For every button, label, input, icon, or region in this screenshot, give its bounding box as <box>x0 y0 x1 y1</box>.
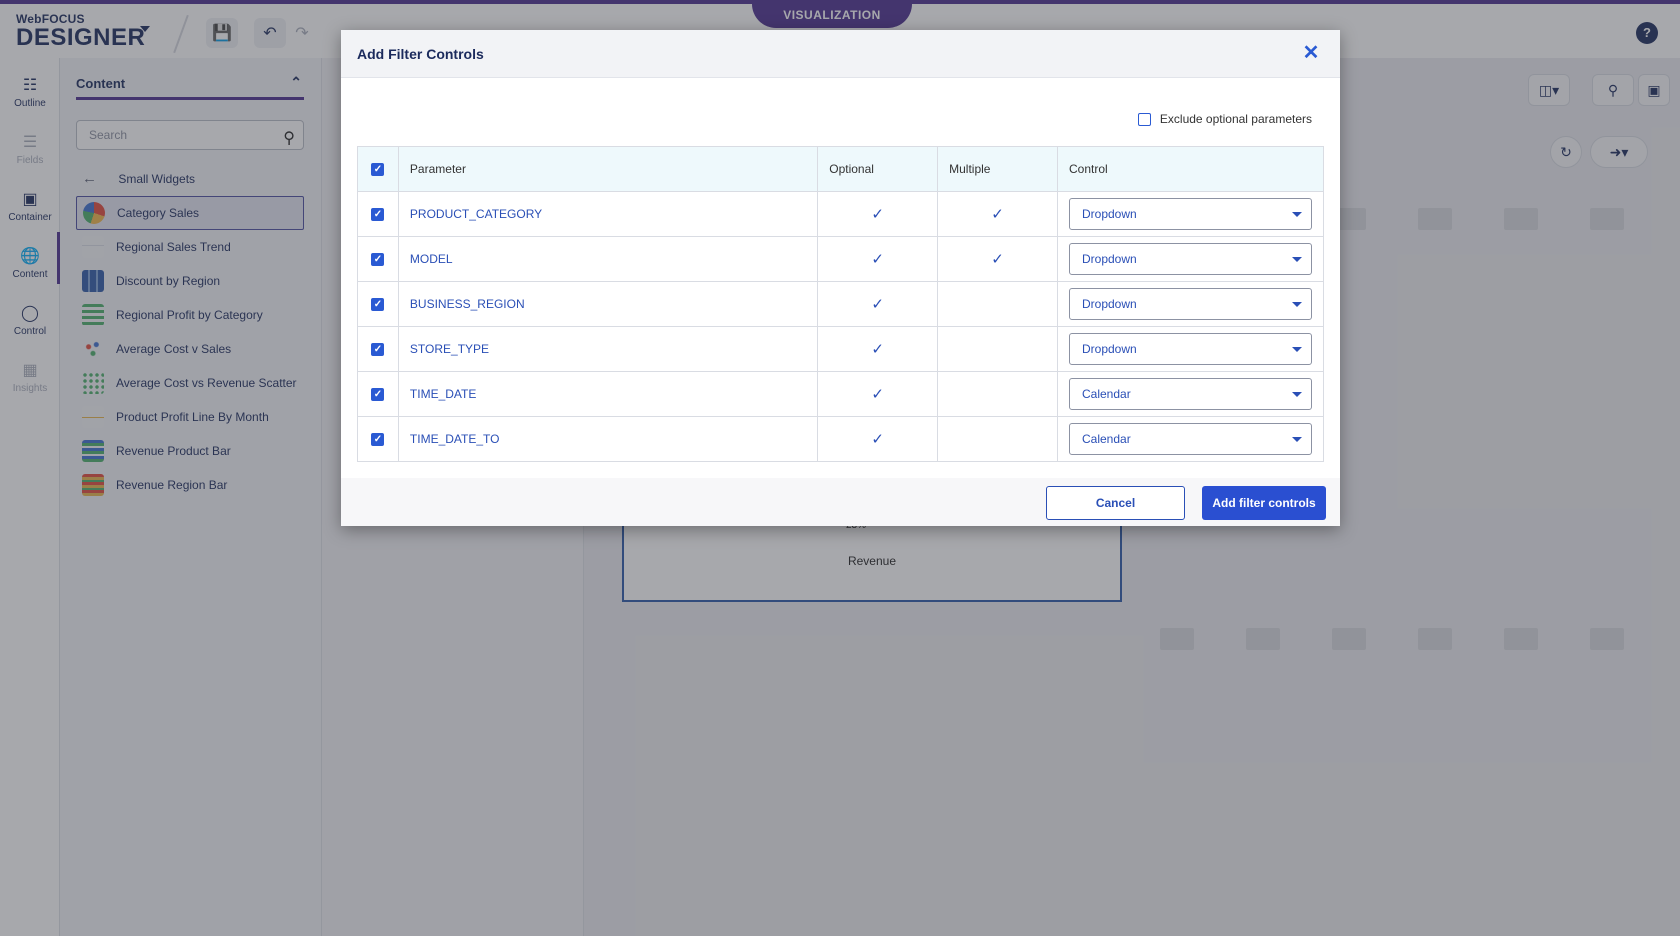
row-select-cell: ✓ <box>357 326 399 372</box>
parameter-name: BUSINESS_REGION <box>397 281 819 327</box>
multiple-empty-cell <box>937 416 1058 462</box>
optional-check-icon: ✓ <box>817 416 939 462</box>
parameter-name: TIME_DATE <box>397 371 819 417</box>
add-filter-controls-dialog: Add Filter Controls ✕ Exclude optional p… <box>341 30 1340 526</box>
control-cell: Dropdown <box>1057 191 1324 237</box>
multiple-check-icon: ✓ <box>937 236 1058 282</box>
multiple-empty-cell <box>937 281 1058 327</box>
row-select-cell: ✓ <box>357 236 399 282</box>
exclude-optional-checkbox[interactable] <box>1137 112 1151 126</box>
parameter-name: TIME_DATE_TO <box>397 416 819 462</box>
control-type-value: Calendar <box>1082 432 1131 446</box>
caret-down-icon <box>1292 392 1302 397</box>
multiple-empty-cell <box>937 371 1058 417</box>
control-type-select[interactable]: Dropdown <box>1069 243 1312 275</box>
row-checkbox[interactable]: ✓ <box>371 297 385 311</box>
parameter-name: PRODUCT_CATEGORY <box>397 191 819 237</box>
exclude-optional-checkbox-row[interactable]: Exclude optional parameters <box>1137 112 1312 126</box>
table-row: ✓ TIME_DATE ✓ Calendar <box>357 371 1324 417</box>
optional-check-icon: ✓ <box>817 191 939 237</box>
add-filter-controls-button[interactable]: Add filter controls <box>1202 486 1326 520</box>
parameters-table: ✓ Parameter Optional Multiple Control ✓ … <box>357 146 1324 462</box>
row-select-cell: ✓ <box>357 191 399 237</box>
table-row: ✓ MODEL ✓ ✓ Dropdown <box>357 236 1324 282</box>
caret-down-icon <box>1292 212 1302 217</box>
row-checkbox[interactable]: ✓ <box>371 342 385 356</box>
optional-check-icon: ✓ <box>817 326 939 372</box>
multiple-empty-cell <box>937 326 1058 372</box>
column-header-multiple: Multiple <box>937 146 1058 192</box>
optional-check-icon: ✓ <box>817 371 939 417</box>
row-checkbox[interactable]: ✓ <box>371 387 385 401</box>
column-header-parameter: Parameter <box>397 146 819 192</box>
control-type-select[interactable]: Calendar <box>1069 423 1312 455</box>
column-header-control: Control <box>1057 146 1324 192</box>
parameter-name: MODEL <box>397 236 819 282</box>
select-all-cell: ✓ <box>357 146 399 192</box>
row-checkbox[interactable]: ✓ <box>371 432 385 446</box>
caret-down-icon <box>1292 347 1302 352</box>
caret-down-icon <box>1292 437 1302 442</box>
dialog-title: Add Filter Controls <box>357 46 484 62</box>
control-type-select[interactable]: Dropdown <box>1069 288 1312 320</box>
close-icon[interactable]: ✕ <box>1300 42 1322 64</box>
control-type-select[interactable]: Dropdown <box>1069 333 1312 365</box>
control-cell: Dropdown <box>1057 326 1324 372</box>
control-type-select[interactable]: Dropdown <box>1069 198 1312 230</box>
control-type-select[interactable]: Calendar <box>1069 378 1312 410</box>
optional-check-icon: ✓ <box>817 236 939 282</box>
table-header-row: ✓ Parameter Optional Multiple Control <box>357 146 1324 192</box>
row-select-cell: ✓ <box>357 371 399 417</box>
row-select-cell: ✓ <box>357 281 399 327</box>
control-cell: Dropdown <box>1057 236 1324 282</box>
cancel-button[interactable]: Cancel <box>1046 486 1185 520</box>
control-type-value: Calendar <box>1082 387 1131 401</box>
control-cell: Calendar <box>1057 416 1324 462</box>
dialog-header: Add Filter Controls ✕ <box>341 30 1340 78</box>
table-row: ✓ BUSINESS_REGION ✓ Dropdown <box>357 281 1324 327</box>
control-type-value: Dropdown <box>1082 342 1137 356</box>
optional-check-icon: ✓ <box>817 281 939 327</box>
table-row: ✓ STORE_TYPE ✓ Dropdown <box>357 326 1324 372</box>
caret-down-icon <box>1292 257 1302 262</box>
control-cell: Dropdown <box>1057 281 1324 327</box>
table-row: ✓ TIME_DATE_TO ✓ Calendar <box>357 416 1324 462</box>
dialog-footer <box>341 478 1340 526</box>
control-type-value: Dropdown <box>1082 297 1137 311</box>
control-type-value: Dropdown <box>1082 207 1137 221</box>
row-checkbox[interactable]: ✓ <box>371 252 385 266</box>
exclude-optional-label: Exclude optional parameters <box>1159 112 1312 126</box>
caret-down-icon <box>1292 302 1302 307</box>
row-select-cell: ✓ <box>357 416 399 462</box>
multiple-check-icon: ✓ <box>937 191 1058 237</box>
control-type-value: Dropdown <box>1082 252 1137 266</box>
row-checkbox[interactable]: ✓ <box>371 207 385 221</box>
parameter-name: STORE_TYPE <box>397 326 819 372</box>
control-cell: Calendar <box>1057 371 1324 417</box>
column-header-optional: Optional <box>817 146 939 192</box>
select-all-checkbox[interactable]: ✓ <box>371 162 385 176</box>
table-row: ✓ PRODUCT_CATEGORY ✓ ✓ Dropdown <box>357 191 1324 237</box>
